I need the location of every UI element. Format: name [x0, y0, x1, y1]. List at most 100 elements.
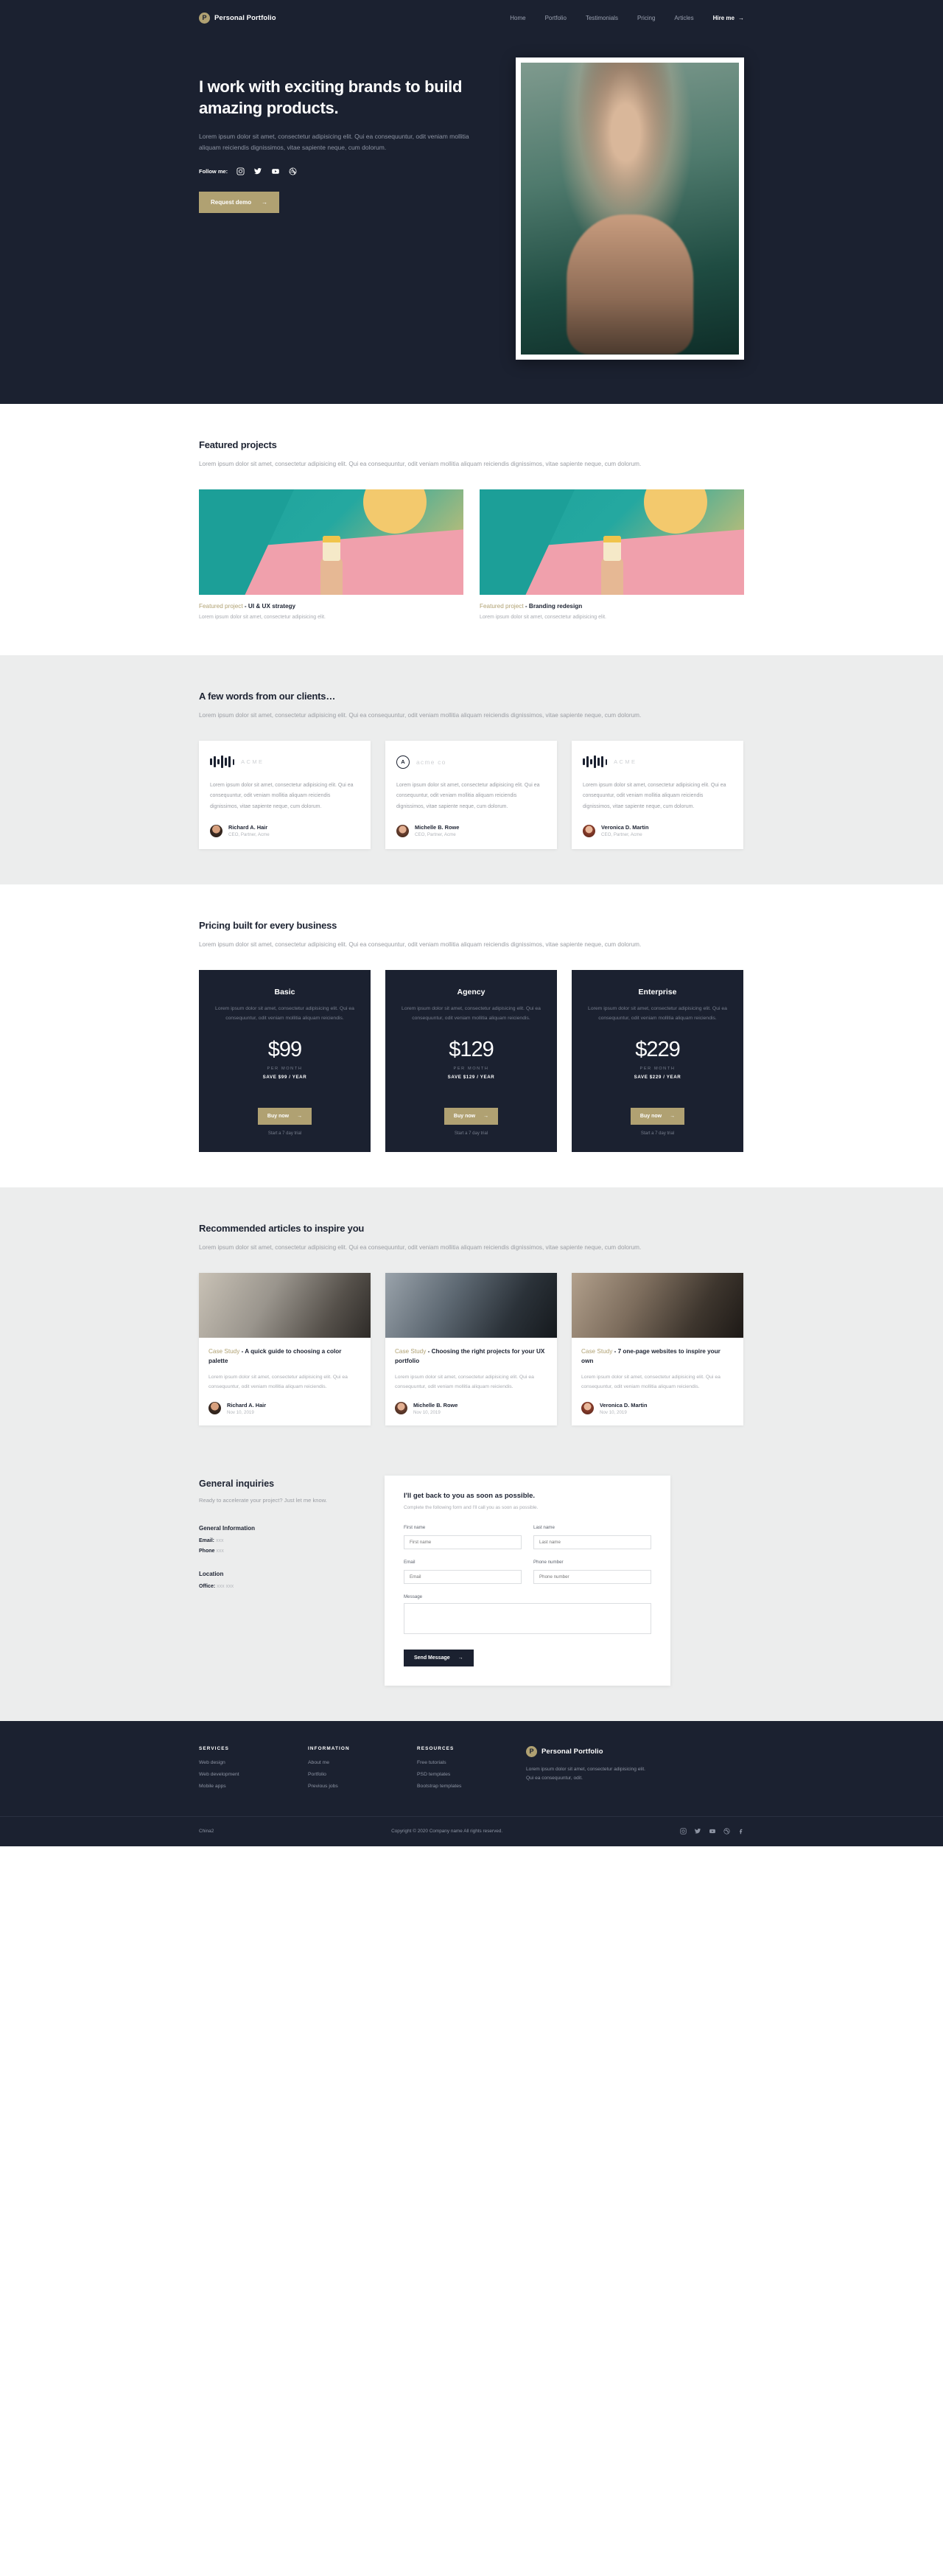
contact-office-row: Office: xxx xxx: [199, 1584, 368, 1589]
project-kicker: Featured project: [480, 602, 524, 610]
nav-item-home[interactable]: Home: [510, 15, 525, 21]
plan-price: $129: [449, 1038, 494, 1062]
client-logo: A acme co: [396, 754, 546, 770]
buy-now-label: Buy now: [267, 1114, 290, 1120]
instagram-icon[interactable]: [236, 167, 245, 175]
plan-price: $229: [635, 1038, 681, 1062]
avatar: [581, 1402, 594, 1415]
avatar: [396, 824, 409, 837]
buy-now-button[interactable]: Buy now →: [630, 1108, 685, 1125]
send-message-button[interactable]: Send Message →: [404, 1649, 474, 1666]
brand-logo[interactable]: P Personal Portfolio: [199, 12, 276, 24]
article-author: Veronica D. Martin: [600, 1401, 648, 1409]
articles-section: Recommended articles to inspire you Lore…: [0, 1187, 943, 1461]
project-thumbnail: [480, 489, 744, 595]
footer-col-title: RESOURCES: [417, 1745, 455, 1751]
article-card[interactable]: Case Study - A quick guide to choosing a…: [199, 1273, 371, 1425]
project-title: Featured project - UI & UX strategy: [199, 603, 463, 610]
acme-bars-icon: [210, 755, 235, 769]
testimonial-author: Veronica D. Martin: [601, 824, 649, 831]
nav-hire-me-button[interactable]: Hire me →: [713, 15, 744, 21]
office-value: xxx xxx: [217, 1584, 234, 1590]
article-card[interactable]: Case Study - 7 one-page websites to insp…: [572, 1273, 743, 1425]
project-thumbnail: [199, 489, 463, 595]
email-input[interactable]: [404, 1569, 522, 1584]
twitter-icon[interactable]: [694, 1828, 701, 1835]
pricing-card-agency: Agency Lorem ipsum dolor sit amet, conse…: [385, 969, 557, 1153]
acme-bars-icon: [583, 755, 608, 769]
contact-heading: General inquiries: [199, 1478, 275, 1489]
testimonial-author: Michelle B. Rowe: [415, 824, 460, 831]
testimonials-heading: A few words from our clients…: [199, 690, 336, 702]
plan-period: PER MONTH: [267, 1067, 303, 1072]
buy-now-button[interactable]: Buy now →: [444, 1108, 499, 1125]
site-footer: SERVICES Web design Web development Mobi…: [0, 1720, 943, 1846]
footer-link[interactable]: Free tutorials: [417, 1760, 526, 1765]
article-author: Michelle B. Rowe: [413, 1401, 458, 1409]
message-textarea[interactable]: [404, 1602, 651, 1634]
hero-content: I work with exciting brands to build ama…: [199, 54, 472, 360]
footer-link[interactable]: About me: [308, 1760, 417, 1765]
dribbble-icon[interactable]: [723, 1828, 730, 1835]
footer-link[interactable]: PSD templates: [417, 1772, 526, 1777]
footer-about-text: Lorem ipsum dolor sit amet, consectetur …: [526, 1766, 645, 1781]
facebook-icon[interactable]: [737, 1828, 744, 1835]
footer-link[interactable]: Mobile apps: [199, 1784, 308, 1789]
youtube-icon[interactable]: [709, 1828, 716, 1835]
youtube-icon[interactable]: [271, 167, 280, 175]
project-card[interactable]: Featured project - Branding redesign Lor…: [480, 489, 744, 620]
article-desc: Lorem ipsum dolor sit amet, consectetur …: [395, 1375, 534, 1390]
plan-desc: Lorem ipsum dolor sit amet, consectetur …: [588, 1005, 727, 1022]
footer-brand-name: Personal Portfolio: [541, 1747, 603, 1756]
footer-link[interactable]: Bootstrap templates: [417, 1784, 526, 1789]
brand-mark-icon: P: [199, 12, 210, 24]
last-name-input[interactable]: [533, 1535, 651, 1549]
plan-trial: Start a 7 day trial: [267, 1131, 302, 1137]
brand-mark-icon: P: [526, 1745, 537, 1757]
project-desc: Lorem ipsum dolor sit amet, consectetur …: [199, 614, 326, 620]
nav-item-articles[interactable]: Articles: [674, 15, 693, 21]
dribbble-icon[interactable]: [289, 167, 297, 175]
plan-name: Enterprise: [638, 987, 677, 996]
avatar: [210, 824, 222, 837]
first-name-input[interactable]: [404, 1535, 522, 1549]
phone-input[interactable]: [533, 1569, 651, 1584]
office-label: Office:: [199, 1584, 216, 1590]
article-thumbnail: [385, 1273, 557, 1338]
footer-link[interactable]: Web design: [199, 1760, 308, 1765]
plan-save: SAVE $99 / YEAR: [262, 1075, 307, 1081]
footer-link[interactable]: Previous jobs: [308, 1784, 417, 1789]
form-subtitle: Complete the following form and I'll cal…: [404, 1504, 539, 1510]
nav-item-portfolio[interactable]: Portfolio: [545, 15, 567, 21]
article-kicker: Case Study: [395, 1348, 427, 1355]
send-message-label: Send Message: [414, 1655, 450, 1661]
nav-item-pricing[interactable]: Pricing: [637, 15, 655, 21]
plan-name: Basic: [274, 987, 295, 996]
contact-email-row: Email: xxx: [199, 1538, 368, 1543]
footer-socials: [680, 1828, 744, 1835]
plan-save: SAVE $229 / YEAR: [634, 1075, 681, 1081]
footer-brand[interactable]: P Personal Portfolio: [526, 1745, 744, 1757]
article-thumbnail: [199, 1273, 371, 1338]
nav-item-testimonials[interactable]: Testimonials: [586, 15, 618, 21]
client-logo-text: ACME: [614, 758, 637, 766]
testimonial-card: ACME Lorem ipsum dolor sit amet, consect…: [572, 740, 743, 849]
footer-link[interactable]: Portfolio: [308, 1772, 417, 1777]
pricing-card-enterprise: Enterprise Lorem ipsum dolor sit amet, c…: [572, 969, 743, 1153]
article-date: Nov 10, 2019: [413, 1409, 441, 1415]
article-card[interactable]: Case Study - Choosing the right projects…: [385, 1273, 557, 1425]
client-logo-text: ACME: [241, 758, 264, 766]
footer-link[interactable]: Web development: [199, 1772, 308, 1777]
project-card[interactable]: Featured project - UI & UX strategy Lore…: [199, 489, 463, 620]
buy-now-button[interactable]: Buy now →: [257, 1108, 312, 1125]
testimonial-quote: Lorem ipsum dolor sit amet, consectetur …: [583, 782, 726, 809]
plan-name: Agency: [457, 987, 485, 996]
location-heading: Location: [199, 1571, 224, 1578]
plan-price: $99: [267, 1038, 302, 1062]
twitter-icon[interactable]: [253, 167, 262, 175]
instagram-icon[interactable]: [680, 1828, 687, 1835]
article-thumbnail: [572, 1273, 743, 1338]
request-demo-button[interactable]: Request demo →: [199, 191, 280, 213]
footer-column-services: SERVICES Web design Web development Mobi…: [199, 1746, 308, 1795]
phone-label: Phone number: [533, 1559, 564, 1565]
